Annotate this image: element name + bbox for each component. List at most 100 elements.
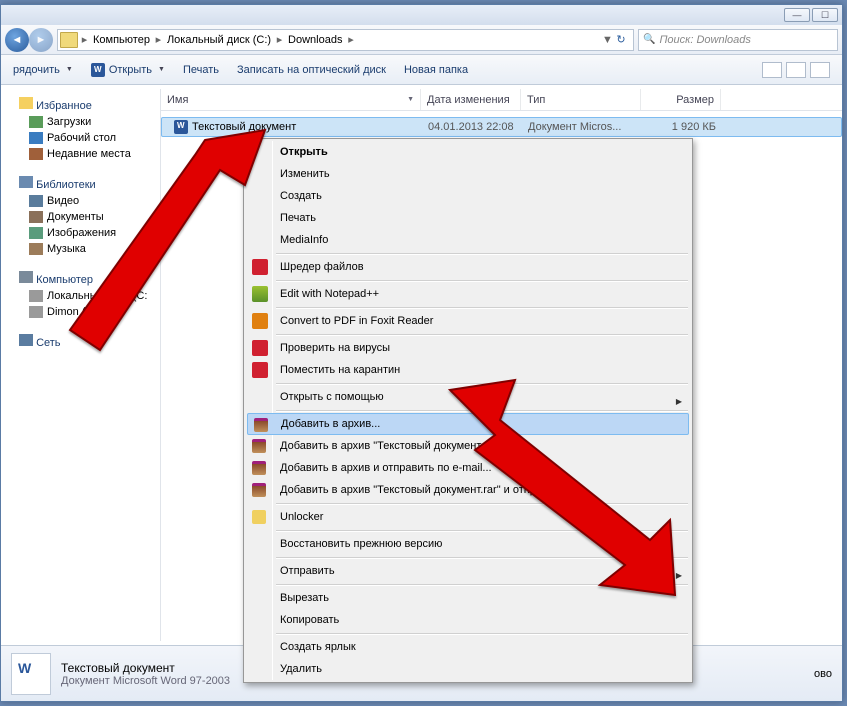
refresh-icon[interactable]: ↻ bbox=[611, 33, 631, 46]
chevron-right-icon: ▸ bbox=[154, 33, 163, 46]
ctx-foxit[interactable]: Convert to PDF in Foxit Reader bbox=[246, 310, 690, 332]
file-date: 04.01.2013 22:08 bbox=[422, 121, 522, 133]
file-type: Документ Micros... bbox=[522, 121, 642, 133]
ctx-delete[interactable]: Удалить bbox=[246, 658, 690, 680]
sidebar-item-documents[interactable]: Документы bbox=[1, 209, 160, 225]
sidebar-item-images[interactable]: Изображения bbox=[1, 225, 160, 241]
network-icon bbox=[19, 334, 33, 346]
ctx-open-with[interactable]: Открыть с помощью bbox=[246, 386, 690, 408]
chevron-right-icon: ▸ bbox=[346, 33, 355, 46]
winrar-icon bbox=[252, 483, 266, 497]
word-doc-icon bbox=[11, 653, 51, 695]
video-icon bbox=[29, 195, 43, 207]
breadcrumb-dropdown[interactable]: ▼ bbox=[602, 34, 611, 46]
ctx-mediainfo[interactable]: MediaInfo bbox=[246, 229, 690, 251]
downloads-icon bbox=[29, 116, 43, 128]
ctx-restore-version[interactable]: Восстановить прежнюю версию bbox=[246, 533, 690, 555]
ctx-create-shortcut[interactable]: Создать ярлык bbox=[246, 636, 690, 658]
titlebar: — ☐ bbox=[1, 5, 842, 25]
ctx-edit[interactable]: Изменить bbox=[246, 163, 690, 185]
sidebar: Избранное Загрузки Рабочий стол Недавние… bbox=[1, 89, 161, 641]
ctx-shredder[interactable]: Шредер файлов bbox=[246, 256, 690, 278]
breadcrumb-item[interactable]: Компьютер bbox=[89, 34, 154, 46]
winrar-icon bbox=[254, 418, 268, 432]
minimize-button[interactable]: — bbox=[784, 8, 810, 22]
sidebar-item-recent[interactable]: Недавние места bbox=[1, 146, 160, 162]
kaspersky-icon bbox=[252, 362, 268, 378]
ctx-quarantine[interactable]: Поместить на карантин bbox=[246, 359, 690, 381]
help-button[interactable] bbox=[810, 62, 830, 78]
sidebar-group-libraries[interactable]: Библиотеки bbox=[1, 174, 160, 193]
burn-button[interactable]: Записать на оптический диск bbox=[229, 60, 394, 80]
ctx-notepadpp[interactable]: Edit with Notepad++ bbox=[246, 283, 690, 305]
breadcrumb[interactable]: ▸ Компьютер ▸ Локальный диск (C:) ▸ Down… bbox=[57, 29, 634, 51]
star-icon bbox=[19, 97, 33, 109]
disk-icon bbox=[29, 290, 43, 302]
preview-pane-button[interactable] bbox=[786, 62, 806, 78]
sidebar-group-network[interactable]: Сеть bbox=[1, 332, 160, 351]
back-button[interactable]: ◄ bbox=[5, 28, 29, 52]
images-icon bbox=[29, 227, 43, 239]
desktop-icon bbox=[29, 132, 43, 144]
column-name[interactable]: Имя bbox=[161, 89, 421, 110]
open-button[interactable]: W Открыть bbox=[83, 59, 173, 81]
view-mode-button[interactable] bbox=[762, 62, 782, 78]
foxit-icon bbox=[252, 313, 268, 329]
breadcrumb-item[interactable]: Downloads bbox=[284, 34, 346, 46]
toolbar: рядочить W Открыть Печать Записать на оп… bbox=[1, 55, 842, 85]
sidebar-group-computer[interactable]: Компьютер bbox=[1, 269, 160, 288]
folder-icon bbox=[60, 32, 78, 48]
documents-icon bbox=[29, 211, 43, 223]
file-size: 1 920 КБ bbox=[642, 121, 722, 133]
unlocker-icon bbox=[252, 510, 266, 524]
search-input[interactable]: Поиск: Downloads bbox=[638, 29, 838, 51]
winrar-icon bbox=[252, 461, 266, 475]
open-label: Открыть bbox=[109, 64, 152, 76]
nav-arrows: ◄ ► bbox=[5, 28, 53, 52]
ctx-archive-email[interactable]: Добавить в архив и отправить по e-mail..… bbox=[246, 457, 690, 479]
sidebar-item-video[interactable]: Видео bbox=[1, 193, 160, 209]
file-row[interactable]: Текстовый документ 04.01.2013 22:08 Доку… bbox=[161, 117, 842, 137]
chevron-right-icon: ▸ bbox=[275, 33, 284, 46]
status-title: Текстовый документ bbox=[61, 661, 230, 675]
kaspersky-icon bbox=[252, 340, 268, 356]
new-folder-button[interactable]: Новая папка bbox=[396, 60, 476, 80]
context-menu: Открыть Изменить Создать Печать MediaInf… bbox=[243, 138, 693, 683]
winrar-icon bbox=[252, 439, 266, 453]
ctx-unlocker[interactable]: Unlocker bbox=[246, 506, 690, 528]
sidebar-item-dimon-d[interactable]: Dimon (D:) bbox=[1, 304, 160, 320]
sidebar-item-downloads[interactable]: Загрузки bbox=[1, 114, 160, 130]
computer-icon bbox=[19, 271, 33, 283]
sidebar-group-favorites[interactable]: Избранное bbox=[1, 95, 160, 114]
ctx-send-to[interactable]: Отправить bbox=[246, 560, 690, 582]
word-icon: W bbox=[91, 63, 105, 77]
print-button[interactable]: Печать bbox=[175, 60, 227, 80]
ctx-archive-named-send[interactable]: Добавить в архив "Текстовый документ.rar… bbox=[246, 479, 690, 501]
column-type[interactable]: Тип bbox=[521, 89, 641, 110]
ctx-copy[interactable]: Копировать bbox=[246, 609, 690, 631]
chevron-right-icon: ▸ bbox=[80, 33, 89, 46]
sidebar-item-local-disk-c[interactable]: Локальный диск (C: bbox=[1, 288, 160, 304]
notepadpp-icon bbox=[252, 286, 268, 302]
music-icon bbox=[29, 243, 43, 255]
ccleaner-icon bbox=[252, 259, 268, 275]
nav-bar: ◄ ► ▸ Компьютер ▸ Локальный диск (C:) ▸ … bbox=[1, 25, 842, 55]
ctx-add-to-archive[interactable]: Добавить в архив... bbox=[247, 413, 689, 435]
forward-button[interactable]: ► bbox=[29, 28, 53, 52]
disk-icon bbox=[29, 306, 43, 318]
column-date[interactable]: Дата изменения bbox=[421, 89, 521, 110]
breadcrumb-item[interactable]: Локальный диск (C:) bbox=[163, 34, 275, 46]
word-doc-icon bbox=[174, 120, 188, 134]
sidebar-item-desktop[interactable]: Рабочий стол bbox=[1, 130, 160, 146]
column-size[interactable]: Размер bbox=[641, 89, 721, 110]
ctx-open[interactable]: Открыть bbox=[246, 141, 690, 163]
ctx-cut[interactable]: Вырезать bbox=[246, 587, 690, 609]
status-subtitle: Документ Microsoft Word 97-2003 bbox=[61, 675, 230, 687]
ctx-create[interactable]: Создать bbox=[246, 185, 690, 207]
ctx-virus-scan[interactable]: Проверить на вирусы bbox=[246, 337, 690, 359]
organize-button[interactable]: рядочить bbox=[5, 60, 81, 80]
ctx-print[interactable]: Печать bbox=[246, 207, 690, 229]
ctx-add-to-archive-named[interactable]: Добавить в архив "Текстовый документ.rar… bbox=[246, 435, 690, 457]
sidebar-item-music[interactable]: Музыка bbox=[1, 241, 160, 257]
maximize-button[interactable]: ☐ bbox=[812, 8, 838, 22]
